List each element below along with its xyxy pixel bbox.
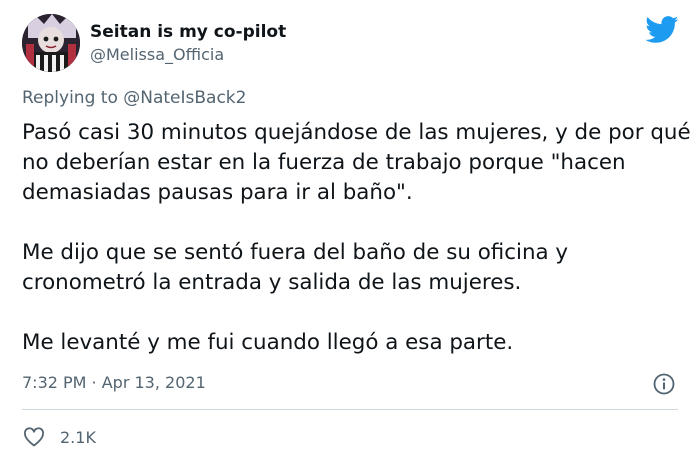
tweet-paragraph: Me dijo que se sentó fuera del baño de s… <box>22 240 569 295</box>
tweet-text: Pasó casi 30 minutos quejándose de las m… <box>22 118 692 358</box>
twitter-bird-icon[interactable] <box>645 16 679 44</box>
info-icon[interactable] <box>652 372 676 396</box>
tweet-paragraph: Me levanté y me fui cuando llegó a esa p… <box>22 330 514 355</box>
avatar[interactable] <box>22 14 80 72</box>
reply-mention-link[interactable]: @NateIsBack2 <box>123 88 246 108</box>
heart-icon[interactable] <box>22 425 46 449</box>
reply-prefix: Replying to <box>22 88 124 108</box>
user-handle[interactable]: @Melissa_Officia <box>90 45 224 64</box>
display-name[interactable]: Seitan is my co-pilot <box>90 22 286 42</box>
tweet-paragraph: Pasó casi 30 minutos quejándose de las m… <box>22 120 691 205</box>
avatar-image <box>22 14 80 72</box>
like-count: 2.1K <box>60 427 96 447</box>
divider <box>22 409 678 410</box>
tweet-card: Seitan is my co-pilot @Melissa_Officia R… <box>0 0 700 463</box>
reply-context: Replying to @NateIsBack2 <box>22 88 246 108</box>
tweet-timestamp[interactable]: 7:32 PM · Apr 13, 2021 <box>22 373 206 392</box>
like-action[interactable]: 2.1K <box>22 424 96 450</box>
